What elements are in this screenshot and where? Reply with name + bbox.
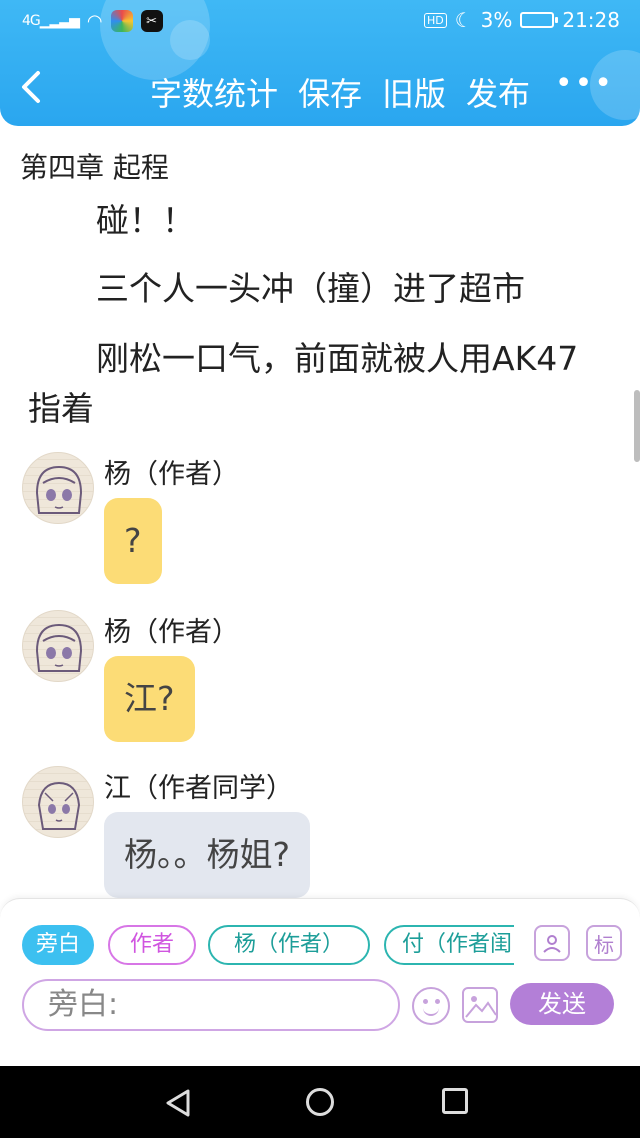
speaker-name: 杨（作者） — [104, 617, 239, 648]
picture-icon — [465, 996, 496, 1018]
person-icon — [543, 935, 561, 953]
character-manage-button[interactable] — [534, 925, 570, 961]
image-icon[interactable] — [462, 987, 498, 1023]
system-nav-bar — [0, 1066, 640, 1138]
word-count-button[interactable]: 字数统计 — [150, 70, 278, 118]
narration-paragraph: 碰！！ — [96, 201, 195, 240]
nav-home-icon[interactable] — [306, 1088, 334, 1116]
header-menu: 字数统计 保存 旧版 发布 — [150, 70, 530, 118]
emoji-icon[interactable] — [412, 987, 450, 1025]
role-chip-fu[interactable]: 付（作者闺 — [384, 925, 514, 965]
avatar[interactable] — [22, 766, 94, 838]
wifi-icon: ◠ — [86, 10, 103, 32]
battery-icon — [520, 12, 559, 28]
app-header: 4G▁▂▃▅ ◠ ✂ HD ☾ 3% 21:28 字数统计 保存 旧版 发布 •… — [0, 0, 640, 126]
send-button[interactable]: 发送 — [510, 983, 614, 1025]
nav-recents-icon[interactable] — [442, 1088, 468, 1114]
save-button[interactable]: 保存 — [298, 70, 362, 118]
role-chip-yang[interactable]: 杨（作者） — [208, 925, 370, 965]
character-avatar-icon — [35, 623, 83, 672]
app-notification-icon — [110, 10, 133, 32]
capcut-icon: ✂ — [140, 10, 163, 32]
role-chip-author[interactable]: 作者 — [108, 925, 196, 965]
battery-percent: 3% — [480, 8, 513, 32]
nav-back-icon[interactable] — [164, 1088, 192, 1118]
narration-paragraph: 三个人一头冲（撞）进了超市 — [96, 269, 525, 308]
moon-icon: ☾ — [454, 8, 473, 32]
chat-bubble[interactable]: 杨。。杨姐? — [104, 812, 311, 898]
old-version-button[interactable]: 旧版 — [382, 70, 446, 118]
hd-badge: HD — [423, 12, 447, 28]
signal-icon: 4G▁▂▃▅ — [22, 13, 80, 29]
more-icon[interactable]: ••• — [555, 66, 614, 101]
role-selector: 旁白 作者 杨（作者） 付（作者闺 — [22, 925, 514, 967]
status-bar: 4G▁▂▃▅ ◠ ✂ HD ☾ 3% 21:28 — [0, 0, 640, 44]
character-avatar-icon — [37, 781, 81, 830]
speaker-name: 杨（作者） — [104, 459, 239, 490]
speaker-name: 江（作者同学） — [104, 773, 293, 804]
clock: 21:28 — [562, 8, 620, 32]
role-chip-narration[interactable]: 旁白 — [22, 925, 94, 965]
avatar[interactable] — [22, 610, 94, 682]
chat-bubble[interactable]: 江? — [104, 656, 195, 742]
back-button[interactable] — [18, 70, 58, 114]
composer-panel: 旁白 作者 杨（作者） 付（作者闺 标 旁白: 发送 — [0, 898, 640, 1066]
avatar[interactable] — [22, 452, 94, 524]
narration-paragraph: 刚松一口气，前面就被人用AK47指着 — [28, 339, 579, 428]
story-content[interactable]: 第四章 起程 碰！！ 三个人一头冲（撞）进了超市 刚松一口气，前面就被人用AK4… — [0, 126, 640, 898]
mark-button[interactable]: 标 — [586, 925, 622, 961]
publish-button[interactable]: 发布 — [466, 70, 530, 118]
character-avatar-icon — [35, 465, 83, 514]
scrollbar-thumb[interactable] — [634, 390, 640, 462]
chevron-left-icon — [22, 71, 40, 103]
chat-bubble[interactable]: ? — [104, 498, 162, 584]
chapter-title: 第四章 起程 — [20, 151, 169, 184]
message-input[interactable]: 旁白: — [22, 979, 400, 1031]
